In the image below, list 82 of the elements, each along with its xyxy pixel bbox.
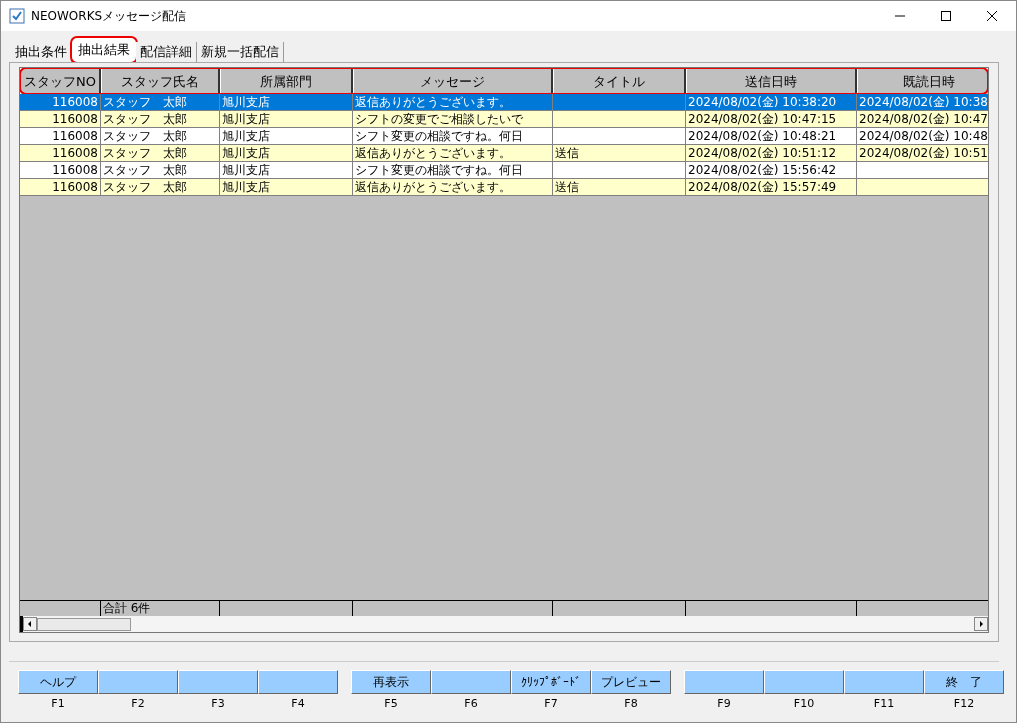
key-label: F6 xyxy=(464,697,478,710)
tab[interactable]: 抽出結果 xyxy=(72,38,136,62)
table-row[interactable]: 116008 スタッフ 太郎 旭川支店 シフトの変更でご相談したいで 2024/08/02(金) 10:47:15 2024/08/02(金) 10:47 xyxy=(20,111,988,128)
app-icon xyxy=(9,8,25,24)
table-cell: スタッフ 太郎 xyxy=(103,95,187,109)
horizontal-scrollbar[interactable] xyxy=(20,616,988,632)
table-cell: シフトの変更でご相談したいで xyxy=(355,112,523,126)
table-row[interactable]: 116008 スタッフ 太郎 旭川支店 返信ありがとうございます。 送信 2024/08/02(金) 10:51:12 2024/08/02(金) 10:51 xyxy=(20,145,988,162)
table-cell: 2024/08/02(金) 10:38:20 xyxy=(688,95,837,109)
table-cell: 2024/08/02(金) 10:51:12 xyxy=(688,146,837,160)
table-cell: 116008 xyxy=(52,95,98,109)
function-key-button[interactable] xyxy=(764,670,844,694)
scroll-left-icon[interactable] xyxy=(23,617,37,631)
table-cell: シフト変更の相談ですね。何日 xyxy=(355,129,523,143)
table-cell: 116008 xyxy=(52,146,98,160)
column-header[interactable]: メッセージ xyxy=(353,68,553,94)
function-key-button[interactable] xyxy=(431,670,511,694)
table-cell: スタッフ 太郎 xyxy=(103,129,187,143)
scroll-right-icon[interactable] xyxy=(974,617,988,631)
table-cell: スタッフ 太郎 xyxy=(103,146,187,160)
function-key-button[interactable] xyxy=(98,670,178,694)
table-cell: 旭川支店 xyxy=(222,146,270,160)
window-title: NEOWORKSメッセージ配信 xyxy=(31,7,187,25)
table-cell: 116008 xyxy=(52,112,98,126)
function-key-button[interactable]: ｸﾘｯﾌﾟﾎﾞｰﾄﾞ xyxy=(511,670,591,694)
function-key-button[interactable]: 終 了 xyxy=(924,670,1004,694)
table-cell: 返信ありがとうございます。 xyxy=(355,180,511,194)
close-icon[interactable] xyxy=(986,10,998,22)
table-cell: 2024/08/02(金) 10:38 xyxy=(859,95,988,109)
table-cell: 返信ありがとうございます。 xyxy=(355,146,511,160)
table-cell: 116008 xyxy=(52,180,98,194)
table-cell: スタッフ 太郎 xyxy=(103,112,187,126)
column-header[interactable]: 既読日時 xyxy=(857,68,988,94)
table-cell: スタッフ 太郎 xyxy=(103,180,187,194)
function-key-button[interactable] xyxy=(178,670,258,694)
function-key-button[interactable] xyxy=(684,670,764,694)
table-cell: 旭川支店 xyxy=(222,95,270,109)
function-key-button[interactable] xyxy=(258,670,338,694)
column-header[interactable]: 所属部門 xyxy=(220,68,353,94)
table-row[interactable]: 116008 スタッフ 太郎 旭川支店 返信ありがとうございます。 送信 2024/08/02(金) 15:57:49 xyxy=(20,179,988,196)
scroll-thumb[interactable] xyxy=(37,617,131,631)
table-cell: 2024/08/02(金) 10:51 xyxy=(859,146,988,160)
key-label: F7 xyxy=(544,697,558,710)
column-header[interactable]: スタッフNO xyxy=(20,68,101,94)
column-header[interactable]: スタッフ氏名 xyxy=(101,68,220,94)
key-label: F12 xyxy=(953,697,975,710)
table-cell: 2024/08/02(金) 10:47 xyxy=(859,112,988,126)
column-header[interactable]: 送信日時 xyxy=(686,68,857,94)
table-row[interactable]: 116008 スタッフ 太郎 旭川支店 返信ありがとうございます。 2024/08/02(金) 10:38:20 2024/08/02(金) 10:38 xyxy=(20,94,988,111)
key-label: F2 xyxy=(131,697,145,710)
table-cell: 2024/08/02(金) 10:48:21 xyxy=(688,129,837,143)
function-key-button[interactable]: プレビュー xyxy=(591,670,671,694)
column-header[interactable]: タイトル xyxy=(553,68,686,94)
key-label: F5 xyxy=(384,697,398,710)
key-label: F1 xyxy=(51,697,65,710)
table-cell: 2024/08/02(金) 15:57:49 xyxy=(688,180,837,194)
function-key-button[interactable]: ヘルプ xyxy=(18,670,98,694)
table-cell: 旭川支店 xyxy=(222,163,270,177)
key-label: F3 xyxy=(211,697,225,710)
table-cell: シフト変更の相談ですね。何日 xyxy=(355,163,523,177)
table-cell: 返信ありがとうございます。 xyxy=(355,95,511,109)
function-key-button[interactable]: 再表示 xyxy=(351,670,431,694)
key-label: F11 xyxy=(873,697,895,710)
key-label: F10 xyxy=(793,697,815,710)
table-cell: 2024/08/02(金) 15:56:42 xyxy=(688,163,837,177)
maximize-icon[interactable] xyxy=(940,10,952,22)
table-cell: 旭川支店 xyxy=(222,180,270,194)
table-cell: スタッフ 太郎 xyxy=(103,163,187,177)
table-cell: 2024/08/02(金) 10:48 xyxy=(859,129,988,143)
table-row[interactable]: 116008 スタッフ 太郎 旭川支店 シフト変更の相談ですね。何日 2024/08/02(金) 15:56:42 xyxy=(20,162,988,179)
key-label: F8 xyxy=(624,697,638,710)
table-cell: 116008 xyxy=(52,163,98,177)
table-row[interactable]: 116008 スタッフ 太郎 旭川支店 シフト変更の相談ですね。何日 2024/08/02(金) 10:48:21 2024/08/02(金) 10:48 xyxy=(20,128,988,145)
function-key-button[interactable] xyxy=(844,670,924,694)
key-label: F9 xyxy=(717,697,731,710)
table-cell: 旭川支店 xyxy=(222,129,270,143)
key-label: F4 xyxy=(291,697,305,710)
table-cell: 116008 xyxy=(52,129,98,143)
table-cell: 送信 xyxy=(555,180,579,194)
table-cell: 旭川支店 xyxy=(222,112,270,126)
table-cell: 2024/08/02(金) 10:47:15 xyxy=(688,112,837,126)
table-cell: 送信 xyxy=(555,146,579,160)
